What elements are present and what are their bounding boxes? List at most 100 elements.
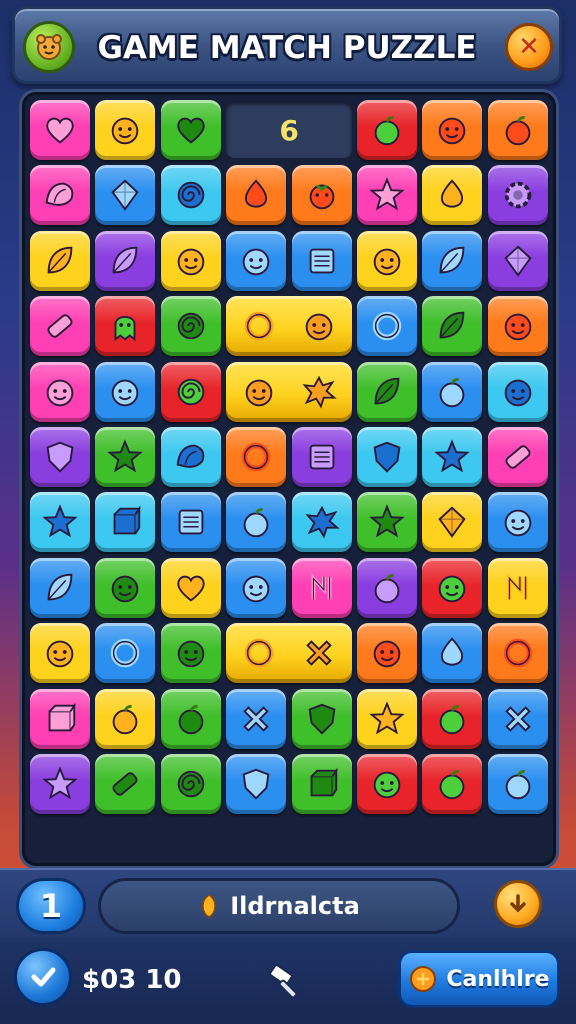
tile-green-star[interactable] (357, 492, 417, 553)
tile-cyan-splat[interactable] (291, 492, 352, 553)
star-icon (369, 504, 405, 538)
tile-green-candy[interactable] (95, 754, 156, 814)
tile-blue-square[interactable] (291, 230, 352, 291)
tile-blue-shield[interactable] (226, 754, 287, 814)
special-tile[interactable] (226, 361, 352, 422)
tile-red-face[interactable] (357, 754, 417, 814)
tile-red-face[interactable] (422, 557, 483, 618)
bear-face-icon[interactable] (23, 21, 75, 73)
tile-blue-apple[interactable] (487, 754, 548, 814)
tile-purple-leaf[interactable] (95, 230, 156, 291)
tile-yellow-apple[interactable] (95, 688, 156, 749)
hammer-button[interactable] (262, 956, 312, 1006)
ghost-icon (114, 316, 136, 342)
leaf-icon (113, 246, 138, 274)
tile-orange-face[interactable] (487, 296, 548, 357)
tile-blue-drop[interactable] (422, 623, 483, 684)
tile-yellow-heart[interactable] (160, 557, 221, 618)
tile-green-box[interactable] (291, 754, 352, 814)
tile-blue-apple[interactable] (226, 492, 287, 553)
tile-blue-face[interactable] (226, 557, 287, 618)
tile-cyan-shell[interactable] (160, 427, 221, 487)
level-button[interactable]: 1 (16, 878, 86, 934)
candy-icon (47, 314, 73, 338)
tile-green-spiral[interactable] (160, 296, 221, 357)
tile-green-spiral[interactable] (160, 754, 221, 814)
tile-cyan-star[interactable] (422, 427, 483, 487)
close-button[interactable]: ✕ (505, 23, 553, 71)
special-tile[interactable] (226, 623, 352, 684)
tile-orange-berry[interactable] (291, 165, 352, 226)
tile-cyan-face[interactable] (487, 361, 548, 422)
tile-cyan-spiral[interactable] (160, 165, 221, 226)
face-icon (373, 771, 401, 799)
tile-blue-leaf[interactable] (422, 230, 483, 291)
continue-label: Canlhlre (446, 966, 550, 992)
tile-blue-cross[interactable] (226, 688, 287, 749)
check-button[interactable] (14, 948, 72, 1006)
tile-red-apple[interactable] (422, 754, 483, 814)
arrow-down-button[interactable] (494, 880, 542, 928)
tile-orange-apple[interactable] (487, 100, 548, 160)
ring-icon (244, 638, 274, 668)
tile-red-apple[interactable] (422, 688, 483, 749)
tile-orange-face[interactable] (357, 623, 417, 684)
spiral-icon (177, 182, 205, 209)
tile-cyan-star[interactable] (30, 492, 90, 553)
tile-purple-apple[interactable] (357, 557, 417, 618)
tile-green-face[interactable] (160, 623, 221, 684)
message-field[interactable]: Ildrnalcta (98, 878, 460, 934)
tile-blue-face[interactable] (487, 492, 548, 553)
tile-yellow-star[interactable] (357, 688, 417, 749)
tile-blue-ring[interactable] (357, 296, 417, 357)
tile-blue-apple[interactable] (422, 361, 483, 422)
tile-purple-gear[interactable] (487, 165, 548, 226)
tile-blue-gem[interactable] (95, 165, 156, 226)
tile-blue-leaf[interactable] (30, 557, 90, 618)
tile-red-ghost[interactable] (95, 296, 156, 357)
tile-yellow-face[interactable] (160, 230, 221, 291)
tile-purple-shield[interactable] (30, 427, 90, 487)
tile-blue-square[interactable] (160, 492, 221, 553)
tile-green-shield[interactable] (291, 688, 352, 749)
tile-yellow-rune[interactable] (487, 557, 548, 618)
special-tile[interactable] (226, 296, 352, 357)
tile-cyan-shield[interactable] (357, 427, 417, 487)
tile-pink-box[interactable] (30, 688, 90, 749)
tile-blue-ring[interactable] (95, 623, 156, 684)
tile-green-leaf[interactable] (357, 361, 417, 422)
tile-blue-cross[interactable] (487, 688, 548, 749)
tile-purple-star[interactable] (30, 754, 90, 814)
tile-pink-face[interactable] (30, 361, 90, 422)
tile-blue-face[interactable] (95, 361, 156, 422)
tile-pink-shell[interactable] (30, 165, 90, 226)
tile-pink-candy[interactable] (30, 296, 90, 357)
tile-pink-heart[interactable] (30, 100, 90, 160)
tile-yellow-face[interactable] (357, 230, 417, 291)
tile-blue-face[interactable] (226, 230, 287, 291)
continue-button[interactable]: Canlhlre (398, 950, 560, 1008)
face-icon (112, 117, 139, 145)
tile-purple-gem[interactable] (487, 230, 548, 291)
tile-yellow-gem[interactable] (422, 492, 483, 553)
tile-cyan-box[interactable] (95, 492, 156, 553)
tile-red-apple[interactable] (357, 100, 417, 160)
tile-yellow-face[interactable] (30, 623, 90, 684)
tile-orange-ring[interactable] (226, 427, 287, 487)
tile-red-spiral[interactable] (160, 361, 221, 422)
tile-purple-square[interactable] (291, 427, 352, 487)
tile-pink-rune[interactable] (291, 557, 352, 618)
tile-green-face[interactable] (95, 557, 156, 618)
tile-orange-face[interactable] (422, 100, 483, 160)
tile-pink-candy[interactable] (487, 427, 548, 487)
tile-green-leaf[interactable] (422, 296, 483, 357)
tile-green-heart[interactable] (160, 100, 221, 160)
tile-orange-ring[interactable] (487, 623, 548, 684)
tile-yellow-leaf[interactable] (30, 230, 90, 291)
tile-yellow-drop[interactable] (422, 165, 483, 226)
tile-yellow-face[interactable] (95, 100, 156, 160)
tile-green-star[interactable] (95, 427, 156, 487)
tile-green-apple[interactable] (160, 688, 221, 749)
tile-pink-star[interactable] (357, 165, 417, 226)
tile-orange-drop[interactable] (226, 165, 287, 226)
